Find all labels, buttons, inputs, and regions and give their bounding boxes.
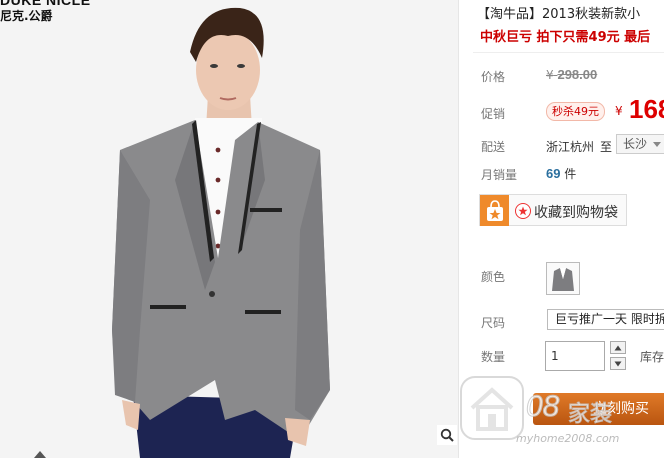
zoom-icon xyxy=(440,428,454,442)
quantity-decrease-button[interactable] xyxy=(610,357,626,370)
monthly-sales-unit: 件 xyxy=(564,167,577,181)
shopping-bag-icon xyxy=(480,195,509,226)
quantity-input[interactable] xyxy=(545,341,605,371)
original-price-value: 298.00 xyxy=(557,67,598,82)
chevron-down-icon xyxy=(653,142,661,147)
buy-now-button[interactable]: 立刻购买 xyxy=(533,393,664,425)
price-label: 价格 xyxy=(481,70,506,84)
arrow-down-icon xyxy=(614,361,622,366)
add-to-shopping-bag-button[interactable]: 收藏到购物袋 xyxy=(479,194,627,226)
quantity-label: 数量 xyxy=(481,350,506,364)
destination-city-value: 长沙 xyxy=(623,137,648,151)
arrow-up-icon xyxy=(614,345,622,350)
flash-sale-badge: 秒杀49元 xyxy=(546,102,605,121)
blazer-thumbnail-image xyxy=(552,267,574,291)
promo-price: 168 xyxy=(629,94,664,124)
color-option-thumbnail[interactable] xyxy=(546,262,580,295)
product-image-area[interactable]: DUKE NICLE 尼克.公爵 xyxy=(0,0,458,458)
ship-from-location: 浙江杭州 xyxy=(546,140,595,154)
monthly-sales-label: 月销量 xyxy=(481,168,518,182)
product-subtitle: 中秋巨亏 拍下只需49元 最后 xyxy=(480,30,651,45)
zoom-button[interactable] xyxy=(437,425,457,445)
model-blazer-photo xyxy=(112,7,330,458)
color-label: 颜色 xyxy=(481,270,506,284)
quantity-increase-button[interactable] xyxy=(610,341,626,354)
product-title[interactable]: 【淘牛品】2013秋装新款小 xyxy=(477,3,640,22)
promo-price-currency: ¥ xyxy=(615,104,623,118)
ship-to-text: 至 xyxy=(600,140,613,154)
shipping-label: 配送 xyxy=(481,140,506,154)
monthly-sales: 69 件 xyxy=(546,165,576,182)
stock-label: 库存 xyxy=(640,350,664,364)
product-info-panel: 【淘牛品】2013秋装新款小 中秋巨亏 拍下只需49元 最后 价格 ¥ 298.… xyxy=(458,0,664,458)
star-icon xyxy=(515,203,531,219)
promotion-label: 促销 xyxy=(481,107,506,121)
size-label: 尺码 xyxy=(481,316,506,330)
thumbnail-scroll-arrow[interactable] xyxy=(34,451,46,458)
monthly-sales-count: 69 xyxy=(546,166,561,181)
divider xyxy=(473,52,664,53)
original-price-currency: ¥ xyxy=(546,68,554,82)
size-option[interactable]: 巨亏推广一天 限时拆 xyxy=(547,309,664,330)
add-to-shopping-bag-label: 收藏到购物袋 xyxy=(534,205,618,221)
original-price: ¥ 298.00 xyxy=(546,67,597,82)
destination-city-select[interactable]: 长沙 xyxy=(616,134,664,154)
